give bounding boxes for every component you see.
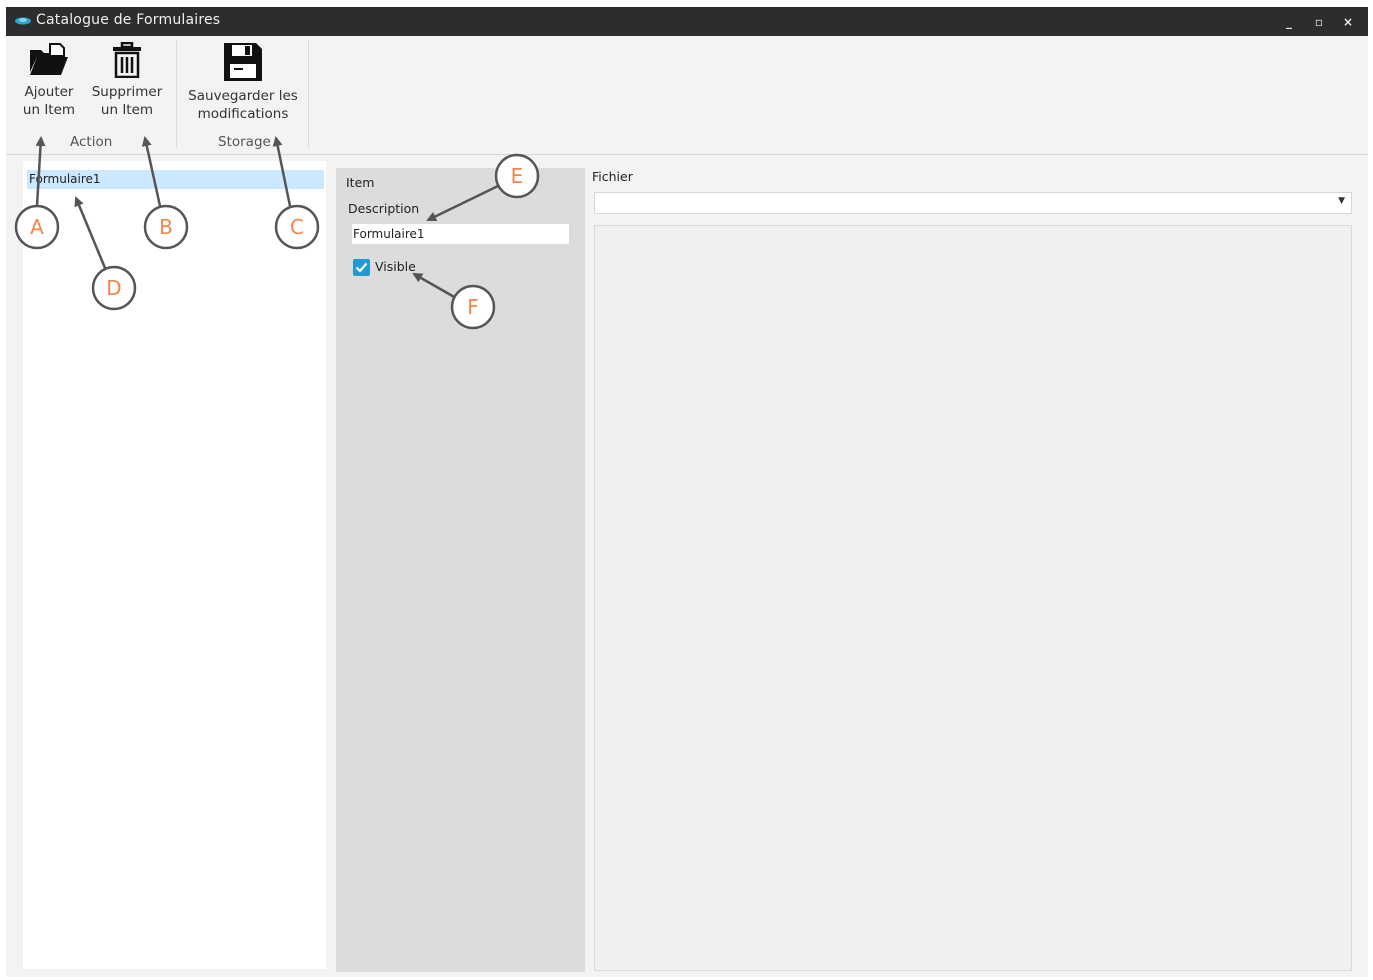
list-item[interactable]: Formulaire1 [27, 170, 324, 189]
save-label-line1: Sauvegarder les [188, 88, 298, 104]
add-item-button[interactable]: Ajouter un Item [22, 42, 76, 119]
visible-label: Visible [375, 259, 416, 274]
check-icon [355, 262, 368, 273]
group-label-storage: Storage [218, 134, 271, 150]
maximize-button[interactable]: ▫ [1311, 14, 1327, 30]
floppy-disk-icon [224, 43, 262, 81]
file-label: Fichier [592, 169, 633, 184]
item-header: Item [346, 175, 375, 190]
description-label: Description [348, 201, 420, 216]
group-label-action: Action [70, 134, 113, 150]
item-properties-panel: Item Description Visible [336, 168, 585, 972]
window-title: Catalogue de Formulaires [36, 12, 221, 28]
save-changes-button[interactable]: Sauvegarder les modifications [188, 42, 298, 123]
close-button[interactable]: × [1340, 14, 1356, 30]
chevron-down-icon[interactable]: ▼ [1338, 196, 1345, 206]
save-label-line2: modifications [197, 106, 289, 122]
open-folder-icon [30, 43, 68, 75]
items-list[interactable]: Formulaire1 [23, 161, 326, 969]
visible-checkbox[interactable] [353, 259, 370, 276]
form-preview-area [594, 225, 1352, 971]
ribbon-toolbar: Ajouter un Item Supprimer un Item Sauveg… [6, 36, 1368, 155]
add-item-label-line2: un Item [22, 102, 76, 118]
file-dropdown[interactable]: ▼ [594, 192, 1352, 214]
ribbon-separator [176, 40, 177, 148]
file-panel: Fichier ▼ [590, 161, 1368, 971]
trash-icon [113, 42, 141, 78]
remove-item-button[interactable]: Supprimer un Item [91, 42, 163, 119]
description-field[interactable] [352, 224, 569, 244]
remove-item-label-line2: un Item [100, 102, 154, 118]
app-window: Catalogue de Formulaires _ ▫ × Ajouter u… [6, 7, 1368, 977]
app-logo-icon [15, 17, 31, 25]
minimize-button[interactable]: _ [1281, 14, 1297, 30]
title-bar: Catalogue de Formulaires _ ▫ × [6, 7, 1368, 36]
remove-item-label-line1: Supprimer [91, 84, 163, 100]
add-item-label-line1: Ajouter [24, 84, 74, 100]
ribbon-separator [308, 40, 309, 148]
